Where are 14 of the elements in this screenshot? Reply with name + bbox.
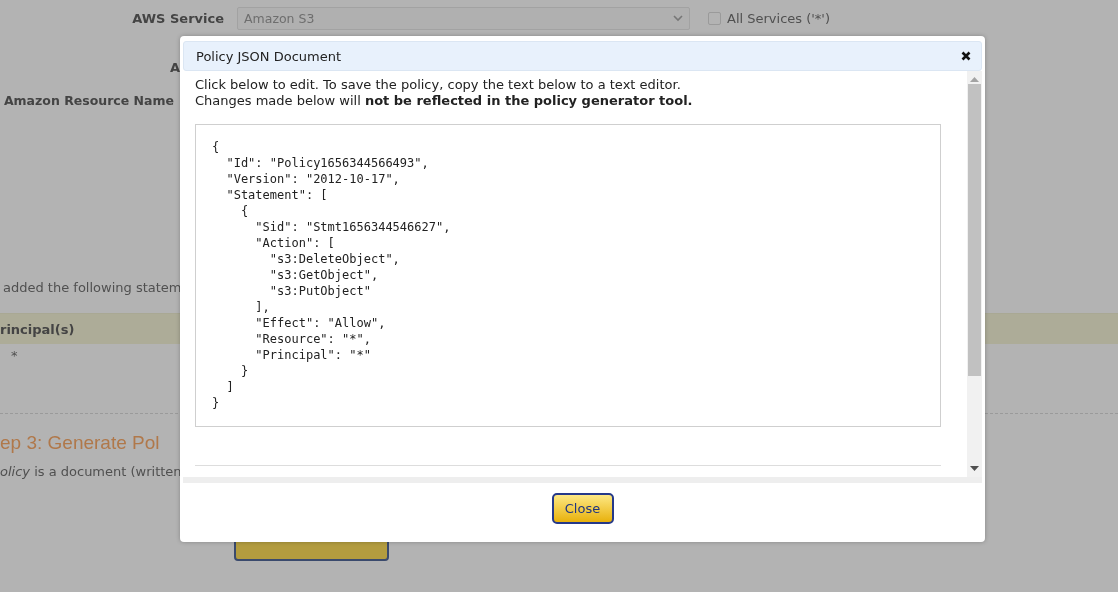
policy-editor[interactable]: { "Id": "Policy1656344566493", "Version": "2012-10-17", "Statement": [ { "Sid": "Stmt1656344546627", "Action": [ "s3:DeleteObject", "s3:GetObject", "s3:PutObject" ], "Effect": "Allow", "Resource": "*", "Principal": "*" } ] } [195,124,941,427]
step-heading: ep 3: Generate Pol [0,432,160,454]
instruction-text: Click below to edit. To save the policy, copy the text below to a text editor. [195,77,682,93]
instruction-text: Changes made below will not be reflected in the policy generator tool. [195,93,694,109]
step-description: olicy is a document (written [0,464,182,479]
statement-note: added the following statem [3,280,182,295]
field-label: AWS Service [131,11,224,26]
close-button[interactable]: Close [551,493,614,524]
field-label: A [168,60,180,75]
column-header: rincipal(s) [0,321,75,337]
checkbox-label: All Services ('*') [727,11,830,26]
dialog-title: Policy JSON Document [196,48,342,64]
table-cell: * [11,348,18,363]
field-label: Amazon Resource Name [2,93,174,108]
